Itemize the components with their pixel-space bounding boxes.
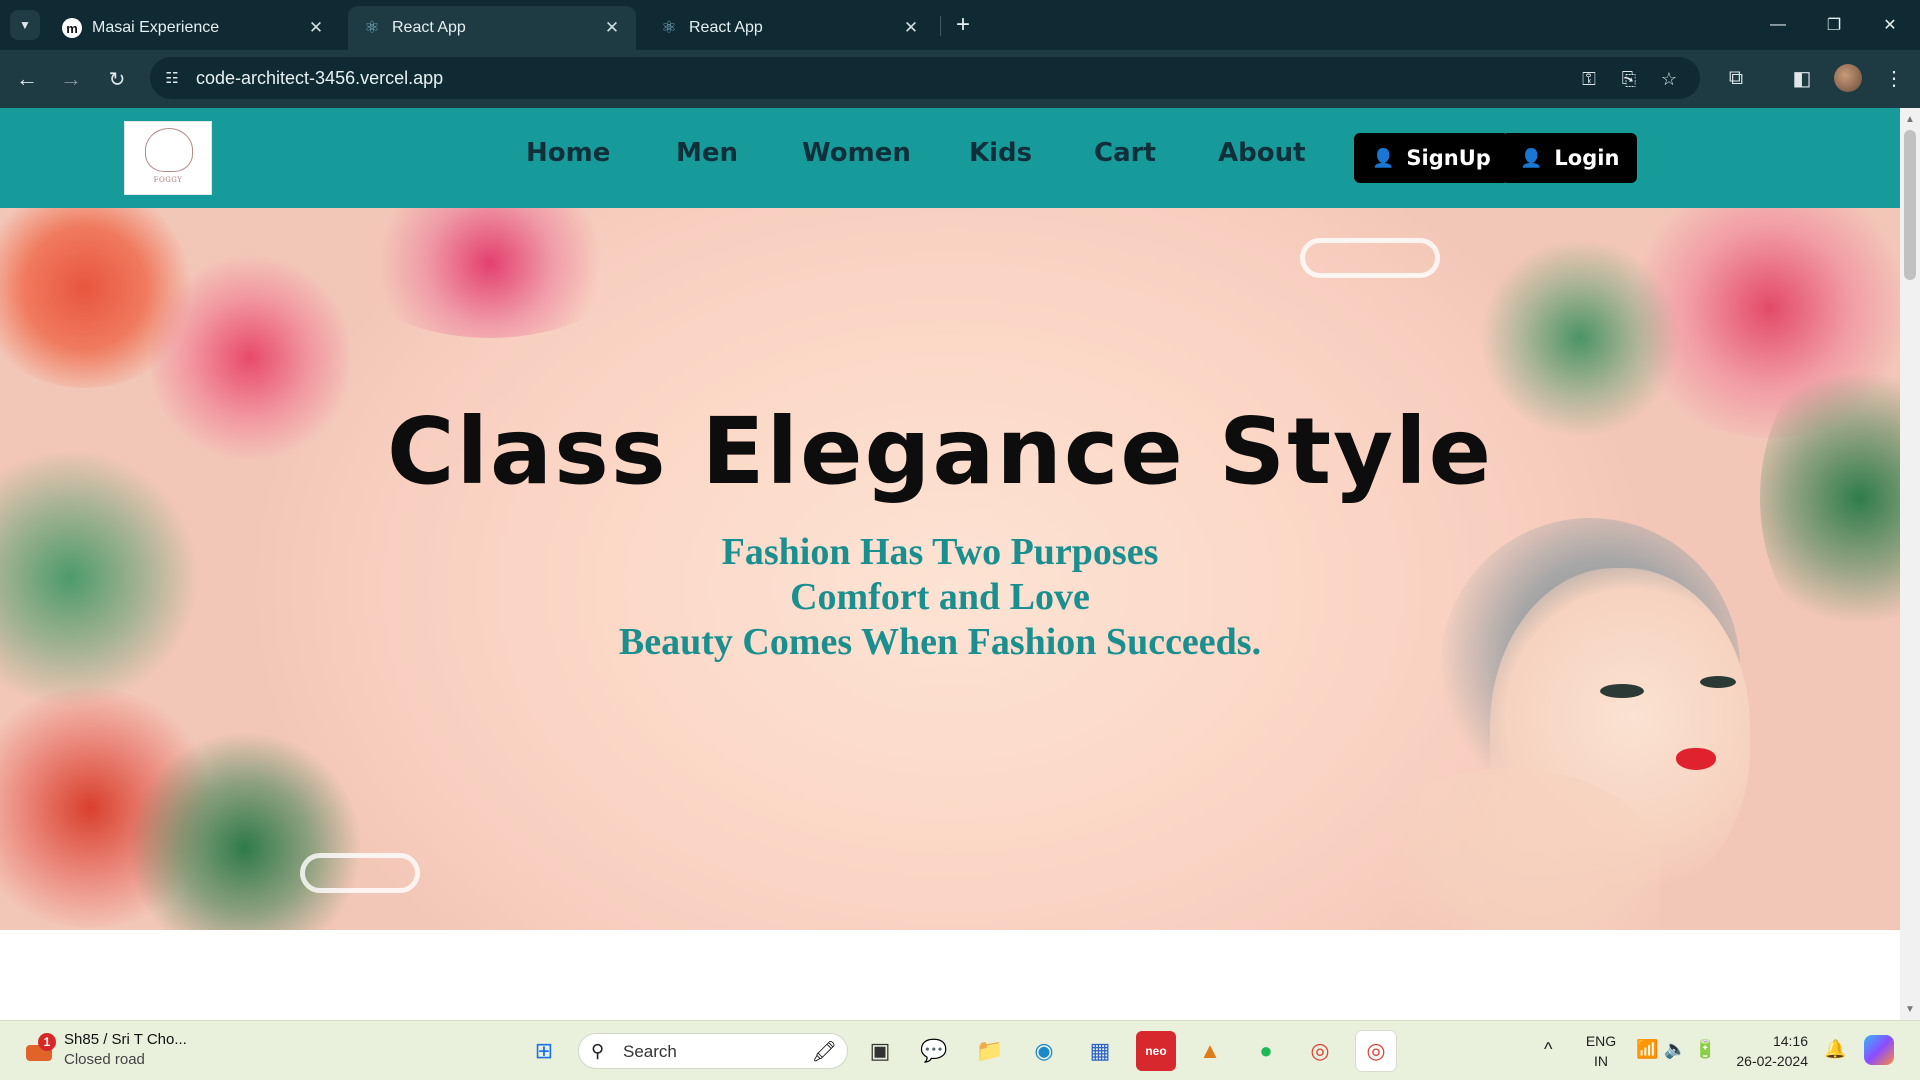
new-tab-icon[interactable]: + xyxy=(950,11,976,38)
back-icon[interactable]: ← xyxy=(12,64,42,94)
traffic-widget-icon[interactable]: 1 xyxy=(22,1033,56,1067)
copilot-icon[interactable] xyxy=(1864,1035,1894,1065)
chrome-profile-icon[interactable]: ◎ xyxy=(1356,1031,1396,1071)
scroll-down-icon[interactable]: ▼ xyxy=(1900,1000,1920,1018)
menu-kebab-icon[interactable]: ⋮ xyxy=(1880,64,1908,92)
nav-men[interactable]: Men xyxy=(676,138,738,168)
side-panel-icon[interactable]: ◧ xyxy=(1788,64,1816,92)
login-label: Login xyxy=(1554,146,1620,170)
restore-icon[interactable]: ❐ xyxy=(1814,10,1854,40)
react-favicon-icon: ⚛ xyxy=(364,18,380,37)
profile-avatar[interactable] xyxy=(1834,64,1862,92)
nav-about[interactable]: About xyxy=(1218,138,1306,168)
wifi-icon[interactable]: 📶 xyxy=(1636,1039,1658,1060)
password-key-icon[interactable]: ⚿ xyxy=(1578,68,1600,90)
clock-date[interactable]: 26-02-2024 xyxy=(1728,1053,1808,1069)
site-logo[interactable]: FOGGY xyxy=(124,121,212,195)
masai-favicon-icon: m xyxy=(62,18,82,38)
hero-title: Class Elegance Style xyxy=(387,398,1493,505)
address-bar[interactable]: ☷ code-architect-3456.vercel.app ⚿ ⎘ ☆ xyxy=(150,57,1700,99)
close-icon[interactable]: ✕ xyxy=(602,18,622,38)
nav-home[interactable]: Home xyxy=(526,138,610,168)
nav-women[interactable]: Women xyxy=(802,138,911,168)
hero-banner: Class Elegance Style Fashion Has Two Pur… xyxy=(0,208,1900,930)
task-view-icon[interactable]: ▣ xyxy=(860,1031,900,1071)
edge-browser-icon[interactable]: ◉ xyxy=(1024,1031,1064,1071)
logo-mark xyxy=(145,128,193,172)
woman-eye-illustration xyxy=(1700,676,1736,688)
signup-button[interactable]: 👤 SignUp xyxy=(1354,133,1509,183)
traffic-widget-subtitle[interactable]: Closed road xyxy=(64,1051,145,1068)
hero-subtitle-line3: Beauty Comes When Fashion Succeeds. xyxy=(618,621,1262,663)
notification-badge: 1 xyxy=(38,1033,56,1051)
tab-separator xyxy=(940,16,941,36)
login-button[interactable]: 👤 Login xyxy=(1502,133,1638,183)
extensions-icon[interactable]: ⧉ xyxy=(1722,64,1750,92)
close-icon[interactable]: ✕ xyxy=(901,18,921,38)
tab-search-icon[interactable]: ▼ xyxy=(10,10,40,40)
tab-react-app[interactable]: ⚛ React App ✕ xyxy=(645,6,935,50)
nav-kids[interactable]: Kids xyxy=(969,138,1032,168)
search-label: Search xyxy=(623,1042,677,1061)
windows-taskbar: 1 Sh85 / Sri T Cho... Closed road ⊞ ⚲ Se… xyxy=(0,1020,1920,1080)
tab-title: React App xyxy=(689,19,763,36)
signup-label: SignUp xyxy=(1406,146,1491,170)
vlc-app-icon[interactable]: ▲ xyxy=(1190,1031,1230,1071)
scrollbar-thumb[interactable] xyxy=(1904,130,1916,280)
flower-decoration xyxy=(350,208,630,338)
microsoft-store-icon[interactable]: ▦ xyxy=(1080,1031,1120,1071)
spotify-icon[interactable]: ● xyxy=(1246,1031,1286,1071)
user-icon: 👤 xyxy=(1372,147,1395,169)
hero-subtitle-line1: Fashion Has Two Purposes xyxy=(721,531,1159,573)
notification-bell-icon[interactable]: 🔔 xyxy=(1824,1039,1846,1060)
tab-title: Masai Experience xyxy=(92,19,220,36)
close-icon[interactable]: ✕ xyxy=(306,18,326,38)
site-navbar: FOGGY Home Men Women Kids Cart About 👤 S… xyxy=(0,108,1900,208)
woman-eye-illustration xyxy=(1600,684,1644,698)
install-app-icon[interactable]: ⎘ xyxy=(1618,68,1640,90)
tab-title: React App xyxy=(392,19,466,36)
volume-icon[interactable]: 🔈 xyxy=(1664,1039,1686,1060)
browser-tabstrip: ▼ m Masai Experience ✕ ⚛ React App ✕ ⚛ R… xyxy=(0,0,1920,50)
page-viewport: FOGGY Home Men Women Kids Cart About 👤 S… xyxy=(0,108,1900,1020)
search-icon: ⚲ xyxy=(591,1041,605,1061)
reload-icon[interactable]: ↻ xyxy=(102,64,132,94)
react-favicon-icon: ⚛ xyxy=(661,18,677,37)
minimize-icon[interactable]: — xyxy=(1758,10,1798,40)
language-line2[interactable]: IN xyxy=(1584,1053,1618,1069)
taskbar-search[interactable]: ⚲ Search 🖍 xyxy=(578,1033,848,1069)
traffic-widget-title[interactable]: Sh85 / Sri T Cho... xyxy=(64,1031,187,1048)
chrome-icon[interactable]: ◎ xyxy=(1300,1031,1340,1071)
window-close-icon[interactable]: ✕ xyxy=(1870,10,1910,40)
page-scrollbar[interactable]: ▲ ▼ xyxy=(1900,108,1920,1020)
search-highlight-icon: 🖍 xyxy=(811,1041,837,1063)
url-text[interactable]: code-architect-3456.vercel.app xyxy=(196,68,443,89)
user-icon: 👤 xyxy=(1520,147,1543,169)
tab-masai[interactable]: m Masai Experience ✕ xyxy=(48,6,340,50)
battery-icon[interactable]: 🔋 xyxy=(1694,1039,1716,1060)
swirl-decoration xyxy=(1300,238,1440,278)
browser-toolbar: ← → ↻ ☷ code-architect-3456.vercel.app ⚿… xyxy=(0,50,1920,108)
teams-chat-icon[interactable]: 💬 xyxy=(914,1031,954,1071)
clock-time[interactable]: 14:16 xyxy=(1736,1033,1808,1049)
language-line1[interactable]: ENG xyxy=(1584,1033,1618,1049)
tab-react-app-active[interactable]: ⚛ React App ✕ xyxy=(348,6,636,50)
neo-app-icon[interactable]: neo xyxy=(1136,1031,1176,1071)
logo-text: FOGGY xyxy=(153,176,183,184)
nav-cart[interactable]: Cart xyxy=(1094,138,1156,168)
swirl-decoration xyxy=(300,853,420,893)
show-hidden-icons-icon[interactable]: ^ xyxy=(1544,1039,1552,1060)
site-info-icon[interactable]: ☷ xyxy=(162,68,182,88)
file-explorer-icon[interactable]: 📁 xyxy=(970,1031,1010,1071)
woman-lips-illustration xyxy=(1676,748,1716,770)
scroll-up-icon[interactable]: ▲ xyxy=(1900,110,1920,128)
hero-subtitle-line2: Comfort and Love xyxy=(790,576,1090,618)
forward-icon[interactable]: → xyxy=(56,64,86,94)
bookmark-star-icon[interactable]: ☆ xyxy=(1658,68,1680,90)
windows-start-icon[interactable]: ⊞ xyxy=(524,1031,564,1071)
